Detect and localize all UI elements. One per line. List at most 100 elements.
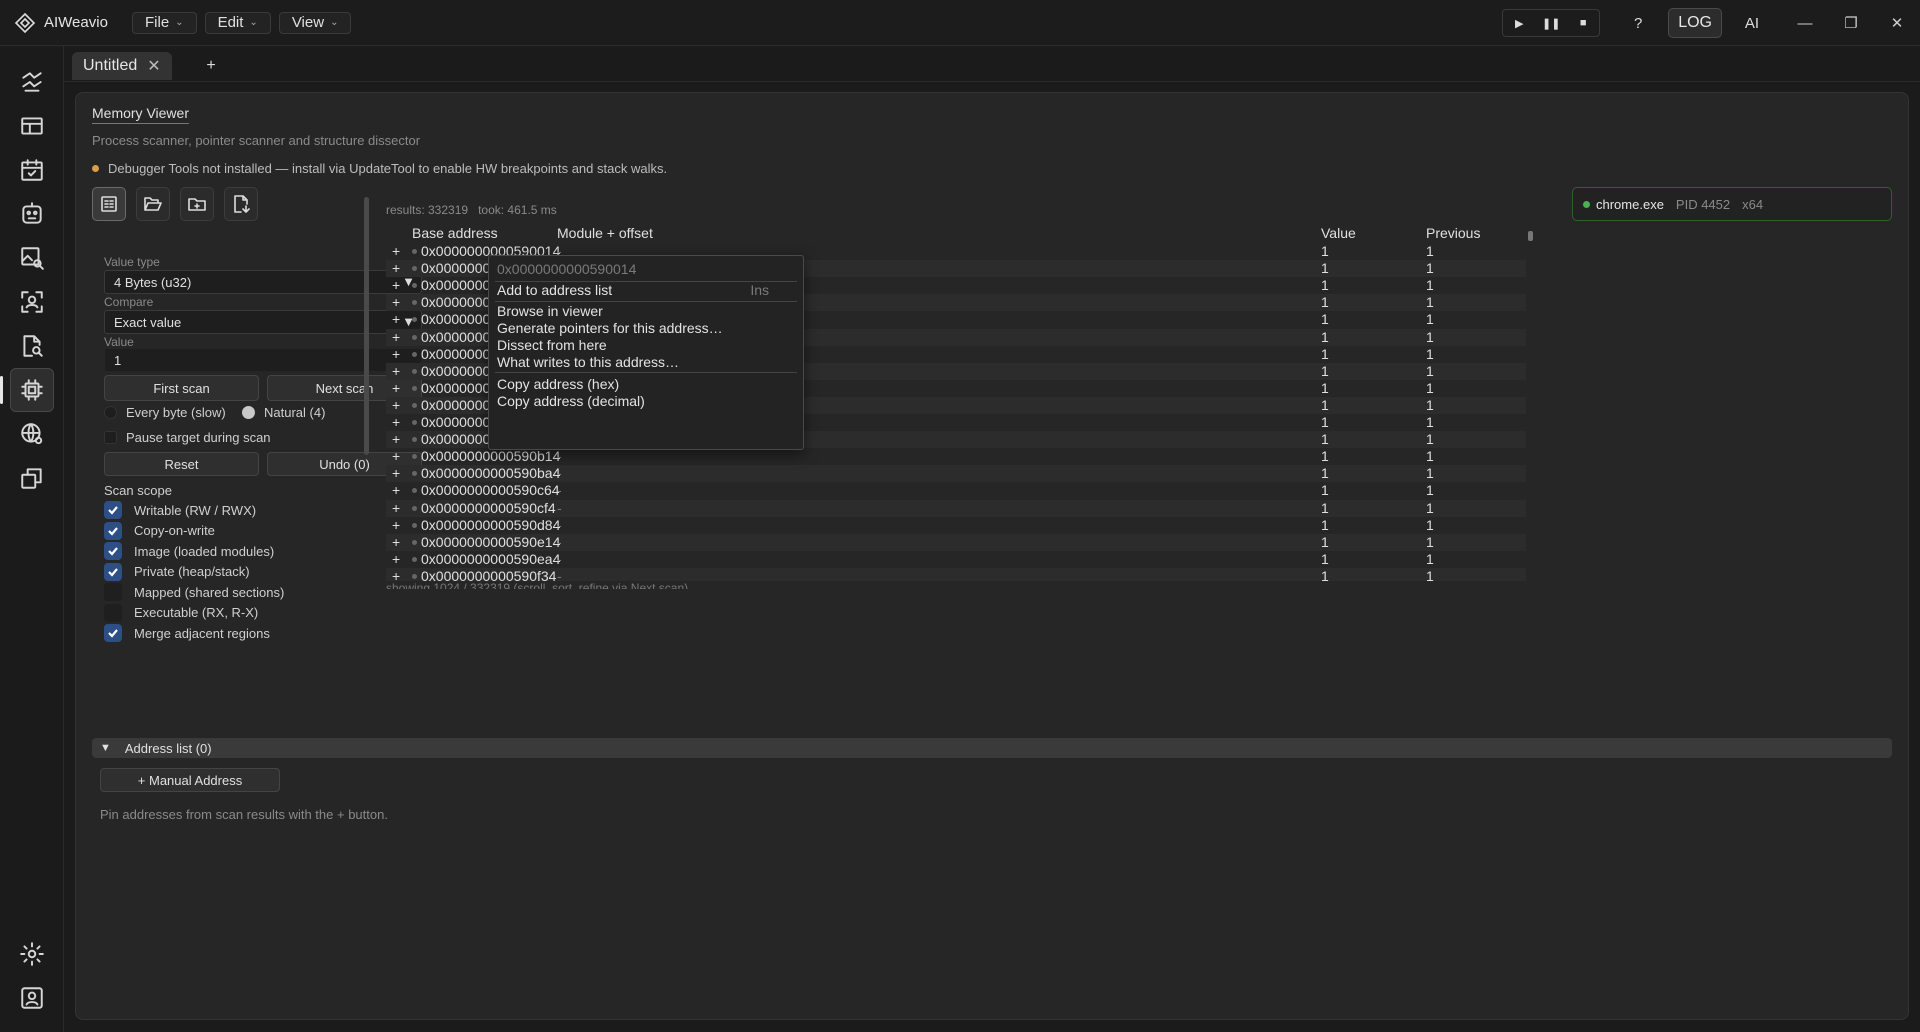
column-base-address[interactable]: Base address [412,225,498,241]
sidebar-item-scan[interactable] [10,280,54,324]
menu-copy-decimal[interactable]: Copy address (decimal) [497,393,797,409]
open-button[interactable] [136,187,170,221]
sidebar-item-table[interactable] [10,104,54,148]
table-row[interactable]: +0x0000000000590f34- 1 1 [386,567,1526,581]
scope-checkbox[interactable]: Merge adjacent regions [104,624,270,642]
add-to-list-icon[interactable]: + [392,329,400,345]
row-value: 1 [1321,533,1329,550]
table-row[interactable]: +0x0000000000590c64- 1 1 [386,482,1526,499]
compare-select[interactable]: Exact value ▼ [104,310,422,334]
column-module-offset[interactable]: Module + offset [557,225,653,241]
reset-button[interactable]: Reset [104,452,259,476]
column-previous[interactable]: Previous [1426,225,1480,241]
sidebar-item-calendar[interactable] [10,148,54,192]
log-button[interactable]: LOG [1668,8,1722,38]
new-tab-button[interactable]: + [194,52,228,80]
table-row[interactable]: +0x0000000000590b14- 1 1 [386,448,1526,465]
table-row[interactable]: +0x0000000000590e14- 1 1 [386,533,1526,551]
menu-file[interactable]: File ⌄ [132,11,197,34]
menu-what-writes[interactable]: What writes to this address… [497,354,797,370]
value-input[interactable]: 1 [104,348,422,372]
add-to-list-icon[interactable]: + [392,465,400,481]
close-tab-icon[interactable]: ✕ [147,56,160,76]
new-folder-button[interactable] [180,187,214,221]
scope-checkbox[interactable]: Private (heap/stack) [104,562,250,581]
row-value: 1 [1321,550,1329,567]
add-to-list-icon[interactable]: + [392,380,400,396]
restore-icon[interactable]: ❐ [1828,14,1874,32]
add-to-list-icon[interactable]: + [392,260,400,276]
robot-icon [22,202,42,224]
menu-view-label: View [291,14,325,31]
table-row[interactable]: +0x0000000000590cf4- 1 1 [386,499,1526,517]
scanner-view-button[interactable] [92,187,126,221]
add-to-list-icon[interactable]: + [392,534,400,550]
manual-address-button[interactable]: + Manual Address [100,768,280,792]
sidebar-item-account[interactable] [10,976,54,1020]
row-status-dot [412,488,417,494]
scope-checkbox[interactable]: Image (loaded modules) [104,542,274,560]
add-to-list-icon[interactable]: + [392,277,400,293]
add-to-list-icon[interactable]: + [392,482,400,498]
sidebar-item-robot[interactable] [10,192,54,236]
natural-radio[interactable]: Natural (4) [242,405,325,420]
add-to-list-icon[interactable]: + [392,414,400,430]
menu-browse-in-viewer[interactable]: Browse in viewer [497,303,797,319]
add-to-list-icon[interactable]: + [392,346,400,362]
compare-label: Compare [104,295,154,309]
add-to-list-icon[interactable]: + [392,363,400,379]
row-previous: 1 [1426,345,1434,362]
ai-button[interactable]: AI [1730,15,1774,32]
row-previous: 1 [1426,260,1434,277]
scope-checkbox[interactable]: Mapped (shared sections) [104,583,284,601]
row-status-dot [412,368,417,374]
sidebar-item-memory[interactable] [10,368,54,412]
menu-edit[interactable]: Edit ⌄ [204,11,271,34]
table-row[interactable]: +0x0000000000590ea4- 1 1 [386,551,1526,568]
sidebar-item-image-search[interactable] [10,236,54,280]
add-to-list-icon[interactable]: + [392,448,400,464]
add-to-list-icon[interactable]: + [392,431,400,447]
tab-untitled[interactable]: Untitled ✕ [72,52,172,80]
add-to-list-icon[interactable]: + [392,568,400,581]
scope-checkbox[interactable]: Writable (RW / RWX) [104,501,256,519]
export-button[interactable] [224,187,258,221]
column-value[interactable]: Value [1321,225,1356,241]
add-to-list-icon[interactable]: + [392,294,400,310]
process-pid: PID 4452 [1675,196,1731,212]
play-icon[interactable]: ▶ [1503,10,1535,36]
add-to-list-icon[interactable]: + [392,551,400,567]
every-byte-radio[interactable]: Every byte (slow) [104,405,226,420]
scope-checkbox[interactable]: Copy-on-write [104,521,215,540]
help-button[interactable]: ? [1616,15,1660,32]
sidebar-item-settings[interactable] [10,932,54,976]
add-to-list-icon[interactable]: + [392,517,400,533]
pane-splitter[interactable] [364,197,369,455]
add-to-list-icon[interactable]: + [392,311,400,327]
sidebar-item-web[interactable] [10,412,54,456]
add-to-list-icon[interactable]: + [392,243,400,259]
menu-generate-pointers[interactable]: Generate pointers for this address… [497,320,797,336]
stop-icon[interactable]: ■ [1567,10,1599,36]
menu-dissect[interactable]: Dissect from here [497,337,797,353]
first-scan-button[interactable]: First scan [104,375,259,401]
menu-copy-hex[interactable]: Copy address (hex) [497,376,797,392]
pause-icon[interactable]: ❚❚ [1535,10,1567,36]
scope-checkbox[interactable]: Executable (RX, R-X) [104,603,258,622]
sidebar-item-workflow[interactable] [10,60,54,104]
add-to-list-icon[interactable]: + [392,500,400,516]
menu-add-to-address-list[interactable]: Add to address list Ins [497,282,797,298]
minimize-icon[interactable]: — [1782,15,1828,32]
add-to-list-icon[interactable]: + [392,397,400,413]
sidebar-item-windows[interactable] [10,456,54,500]
process-selector[interactable]: chrome.exe PID 4452 x64 [1572,187,1892,221]
menu-view[interactable]: View ⌄ [278,11,352,34]
pause-target-toggle[interactable]: Pause target during scan [104,430,271,445]
table-row[interactable]: +0x0000000000590ba4- 1 1 [386,465,1526,483]
table-row[interactable]: +0x0000000000590d84- 1 1 [386,517,1526,534]
close-window-icon[interactable]: ✕ [1874,14,1920,32]
results-scrollbar[interactable] [1528,231,1533,241]
address-list-header[interactable]: ▼ Address list (0) [92,738,1892,758]
sidebar-item-doc-search[interactable] [10,324,54,368]
value-type-select[interactable]: 4 Bytes (u32) ▼ [104,270,422,294]
